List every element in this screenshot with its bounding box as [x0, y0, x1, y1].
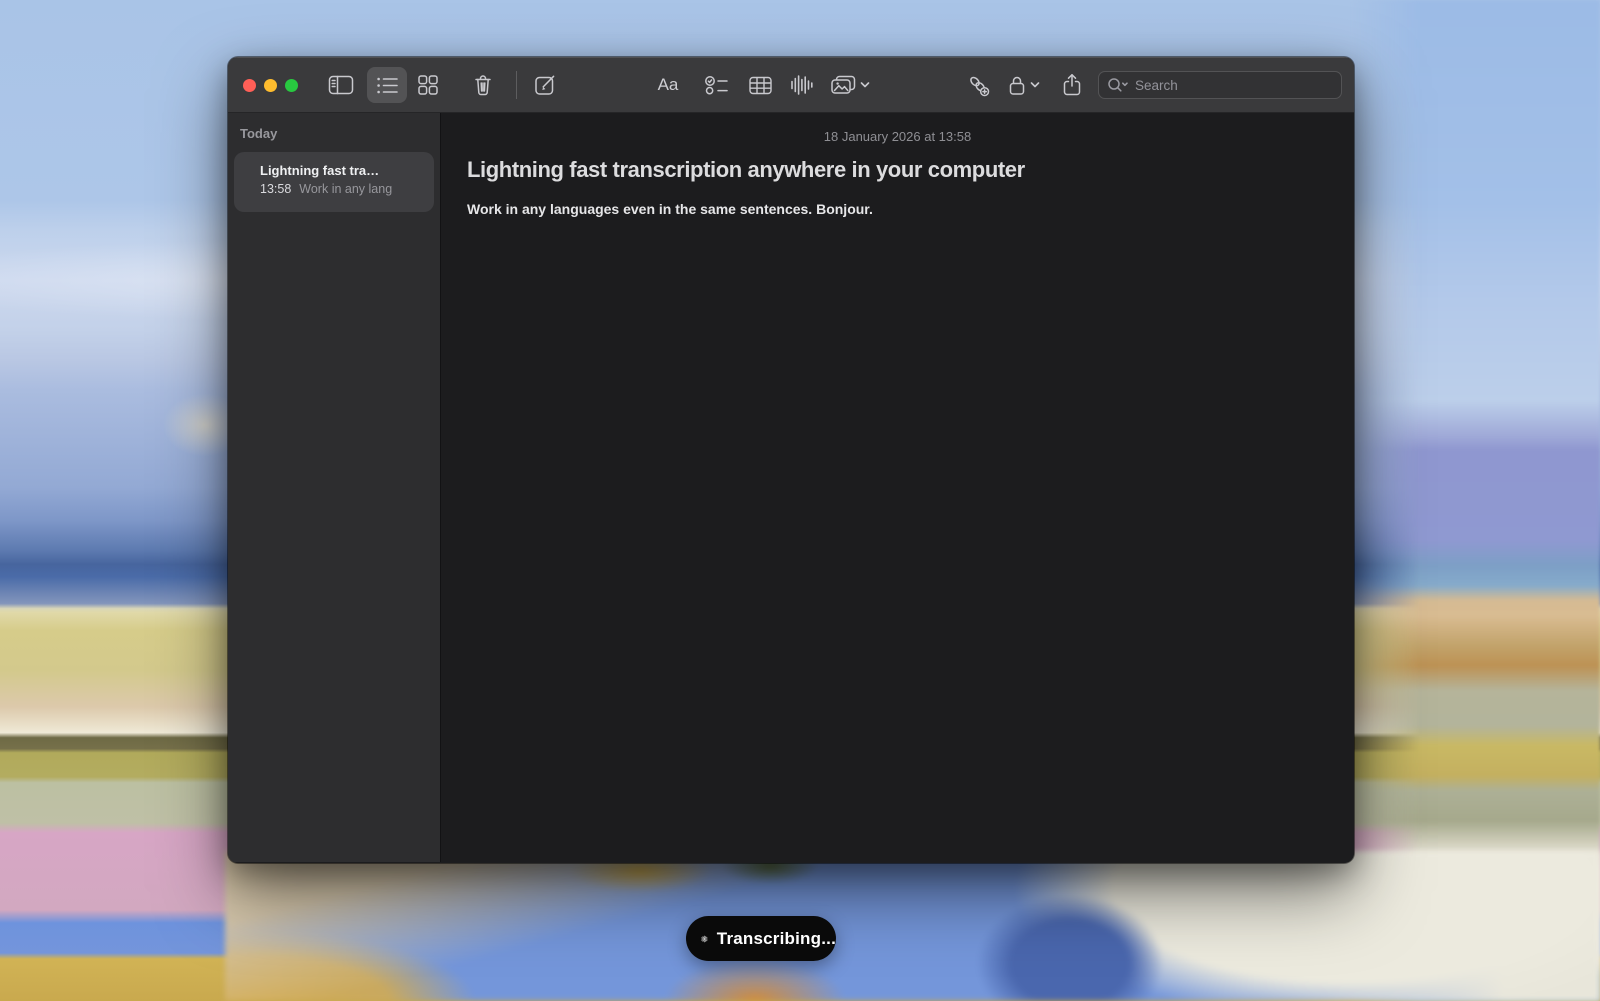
search-field[interactable] [1098, 71, 1342, 99]
audio-button[interactable] [784, 67, 820, 103]
transcribing-status-pill: Transcribing... [686, 916, 836, 961]
note-item-time: 13:58 [260, 182, 291, 196]
toolbar-divider [516, 71, 517, 99]
table-icon [749, 76, 772, 95]
gallery-view-button[interactable] [410, 67, 446, 103]
lock-button[interactable] [998, 67, 1050, 103]
new-note-button[interactable] [527, 67, 563, 103]
note-item-title: Lightning fast tra… [260, 163, 424, 178]
notes-toolbar: Aa [228, 57, 1354, 113]
transcribing-label: Transcribing... [717, 929, 836, 949]
table-button[interactable] [742, 67, 778, 103]
notes-sidebar: Today Lightning fast tra… 13:58 Work in … [228, 113, 441, 862]
delete-note-button[interactable] [465, 67, 501, 103]
search-input[interactable] [1135, 78, 1333, 93]
list-view-icon [377, 77, 398, 94]
minimize-button[interactable] [264, 79, 277, 92]
trash-icon [473, 74, 493, 96]
media-icon [830, 75, 856, 95]
note-title: Lightning fast transcription anywhere in… [467, 157, 1328, 183]
gallery-view-icon [418, 75, 438, 95]
media-button[interactable] [824, 67, 876, 103]
add-link-button[interactable] [960, 67, 996, 103]
wallpaper-bottom-field [225, 851, 1600, 1001]
notes-window: Aa [228, 57, 1354, 863]
note-date: 18 January 2026 at 13:58 [467, 129, 1328, 144]
format-aa-label: Aa [658, 75, 679, 95]
note-editor[interactable]: 18 January 2026 at 13:58 Lightning fast … [441, 113, 1354, 862]
share-icon [1062, 73, 1082, 97]
note-list-item-selected[interactable]: Lightning fast tra… 13:58 Work in any la… [234, 152, 434, 212]
list-view-button[interactable] [367, 67, 407, 103]
traffic-lights [243, 79, 298, 92]
checklist-button[interactable] [698, 67, 734, 103]
search-icon [1107, 77, 1130, 93]
compose-icon [534, 74, 556, 96]
close-button[interactable] [243, 79, 256, 92]
sidebar-icon [328, 74, 354, 96]
chevron-down-icon [1030, 82, 1040, 88]
note-item-preview: Work in any lang [299, 182, 392, 196]
note-body-text: Work in any languages even in the same s… [467, 201, 1328, 217]
share-button[interactable] [1054, 67, 1090, 103]
chevron-down-icon [860, 82, 870, 88]
waveform-icon [790, 75, 814, 95]
zoom-button[interactable] [285, 79, 298, 92]
sidebar-section-today: Today [240, 126, 428, 141]
toggle-sidebar-button[interactable] [323, 67, 359, 103]
link-add-icon [966, 73, 990, 97]
spinner-sunburst-icon [701, 930, 708, 948]
format-button[interactable]: Aa [650, 67, 686, 103]
lock-icon [1008, 75, 1026, 96]
checklist-icon [705, 76, 728, 95]
